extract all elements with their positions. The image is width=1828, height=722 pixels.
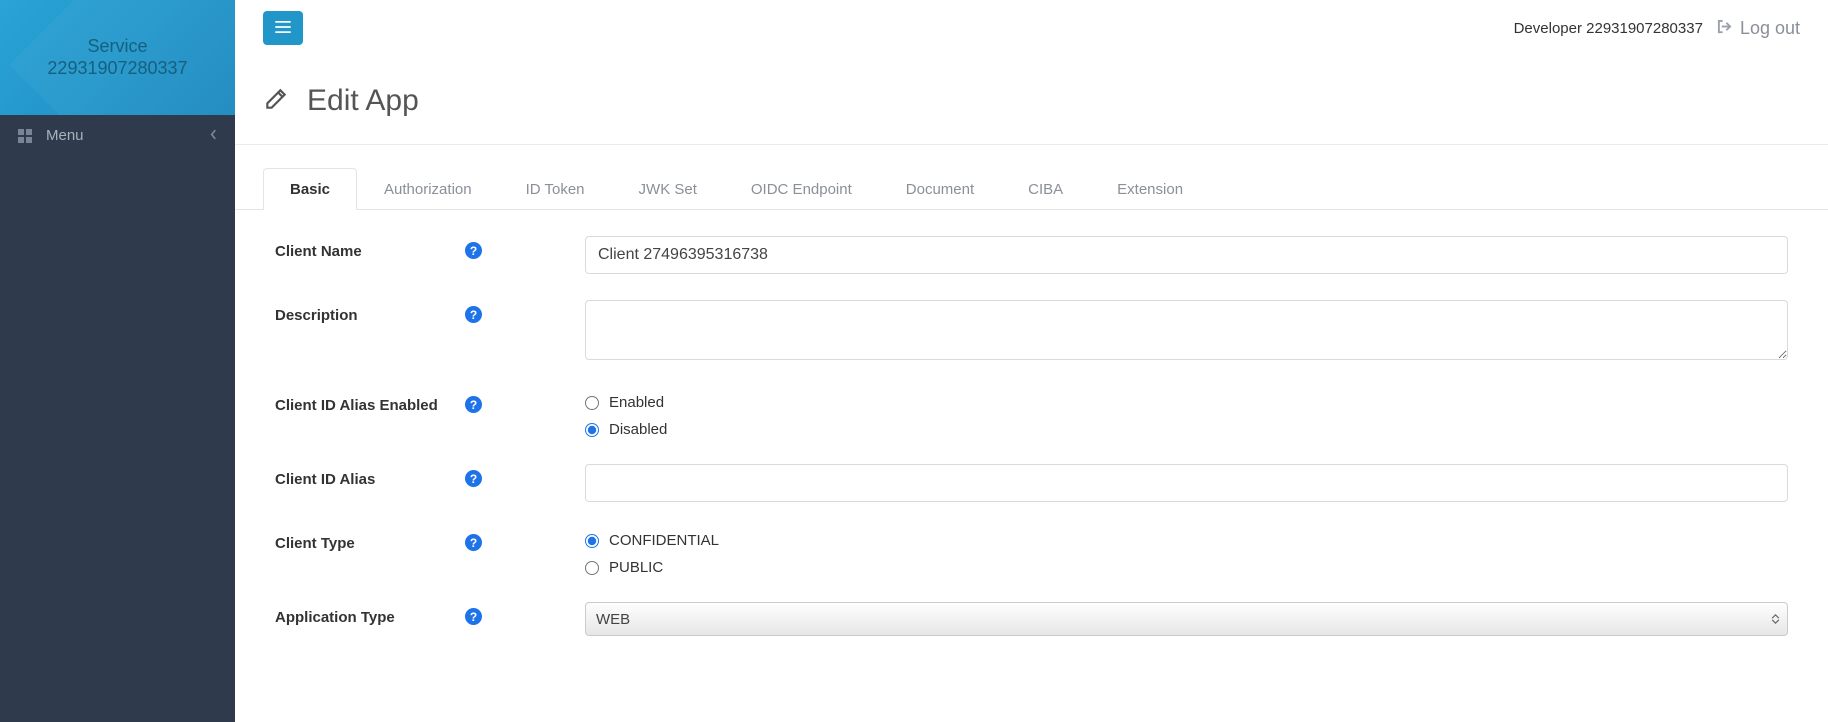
main: Developer 22931907280337 Log out <box>235 0 1828 722</box>
sidebar: Service 22931907280337 Menu <box>0 0 235 722</box>
client-id-alias-input[interactable] <box>585 464 1788 502</box>
tabs: Basic Authorization ID Token JWK Set OID… <box>235 145 1828 210</box>
form-basic: Client Name ? Description ? Client ID Al… <box>235 210 1828 676</box>
radio-client-type-confidential-input[interactable] <box>585 534 599 548</box>
label-client-type: Client Type <box>275 528 465 552</box>
logout-label: Log out <box>1740 18 1800 39</box>
radio-client-type-public-label: PUBLIC <box>609 559 663 576</box>
client-name-input[interactable] <box>585 236 1788 274</box>
row-client-type: Client Type ? CONFIDENTIAL PUBLIC <box>275 528 1788 576</box>
toggle-sidebar-button[interactable] <box>263 11 303 45</box>
brand-line1: Service <box>87 36 147 58</box>
help-icon[interactable]: ? <box>465 242 482 259</box>
tab-jwk-set[interactable]: JWK Set <box>612 168 724 210</box>
edit-icon <box>263 86 289 116</box>
help-icon[interactable]: ? <box>465 306 482 323</box>
tab-document[interactable]: Document <box>879 168 1001 210</box>
label-client-id-alias: Client ID Alias <box>275 464 465 488</box>
sidebar-menu[interactable]: Menu <box>0 115 235 156</box>
radio-client-type-confidential-label: CONFIDENTIAL <box>609 532 719 549</box>
row-client-id-alias-enabled: Client ID Alias Enabled ? Enabled Disabl… <box>275 390 1788 438</box>
brand-line2: 22931907280337 <box>47 58 187 80</box>
grid-icon <box>18 129 32 143</box>
help-icon[interactable]: ? <box>465 608 482 625</box>
label-client-name: Client Name <box>275 236 465 260</box>
radio-alias-enabled-input[interactable] <box>585 396 599 410</box>
radio-alias-enabled-label: Enabled <box>609 394 664 411</box>
tab-ciba[interactable]: CIBA <box>1001 168 1090 210</box>
tab-basic[interactable]: Basic <box>263 168 357 210</box>
radio-client-type-public-input[interactable] <box>585 561 599 575</box>
tab-extension[interactable]: Extension <box>1090 168 1210 210</box>
help-icon[interactable]: ? <box>465 534 482 551</box>
row-client-id-alias: Client ID Alias ? <box>275 464 1788 502</box>
current-user-label: Developer 22931907280337 <box>1514 20 1703 37</box>
radio-alias-disabled[interactable]: Disabled <box>585 421 1788 438</box>
radio-alias-enabled[interactable]: Enabled <box>585 394 1788 411</box>
tab-authorization[interactable]: Authorization <box>357 168 499 210</box>
row-description: Description ? <box>275 300 1788 364</box>
radio-client-type-confidential[interactable]: CONFIDENTIAL <box>585 532 1788 549</box>
tab-id-token[interactable]: ID Token <box>499 168 612 210</box>
help-icon[interactable]: ? <box>465 470 482 487</box>
radio-alias-disabled-input[interactable] <box>585 423 599 437</box>
row-client-name: Client Name ? <box>275 236 1788 274</box>
page-header: Edit App <box>235 56 1828 145</box>
page-title: Edit App <box>307 84 419 118</box>
application-type-select[interactable]: WEB <box>585 602 1788 636</box>
hamburger-icon <box>275 21 291 36</box>
row-application-type: Application Type ? WEB <box>275 602 1788 636</box>
signout-icon <box>1717 18 1732 39</box>
sidebar-menu-label: Menu <box>46 127 84 144</box>
label-application-type: Application Type <box>275 602 465 626</box>
topbar: Developer 22931907280337 Log out <box>235 0 1828 56</box>
radio-client-type-public[interactable]: PUBLIC <box>585 559 1788 576</box>
tab-oidc-endpoint[interactable]: OIDC Endpoint <box>724 168 879 210</box>
description-textarea[interactable] <box>585 300 1788 360</box>
label-client-id-alias-enabled: Client ID Alias Enabled <box>275 390 465 414</box>
chevron-left-icon <box>210 127 217 144</box>
radio-alias-disabled-label: Disabled <box>609 421 667 438</box>
label-description: Description <box>275 300 465 324</box>
logout-link[interactable]: Log out <box>1717 18 1800 39</box>
help-icon[interactable]: ? <box>465 396 482 413</box>
sidebar-brand: Service 22931907280337 <box>0 0 235 115</box>
